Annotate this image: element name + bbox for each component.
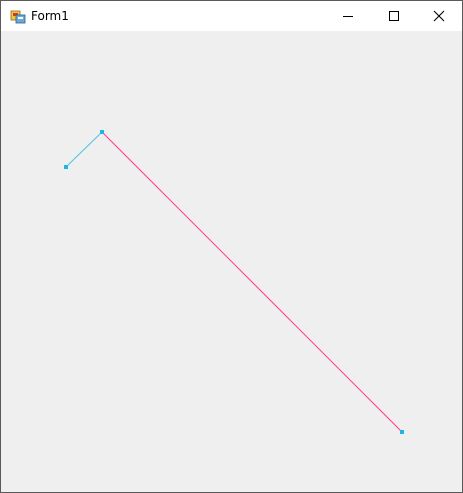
form1-window: Form1	[0, 0, 463, 493]
short-line-segment	[65, 131, 103, 168]
control-point-start[interactable]	[64, 165, 68, 169]
window-title: Form1	[31, 9, 69, 23]
maximize-icon	[388, 7, 400, 26]
maximize-button[interactable]	[371, 1, 417, 31]
drawing-canvas[interactable]	[1, 31, 462, 492]
control-point-middle[interactable]	[100, 130, 104, 134]
close-icon	[433, 7, 445, 26]
control-point-end[interactable]	[400, 430, 404, 434]
close-button[interactable]	[416, 1, 462, 31]
app-icon[interactable]	[10, 8, 26, 24]
title-bar[interactable]: Form1	[1, 1, 462, 31]
form-client-area[interactable]	[1, 31, 462, 492]
minimize-icon	[342, 7, 354, 26]
minimize-button[interactable]	[325, 1, 371, 31]
long-line-segment	[101, 131, 403, 433]
